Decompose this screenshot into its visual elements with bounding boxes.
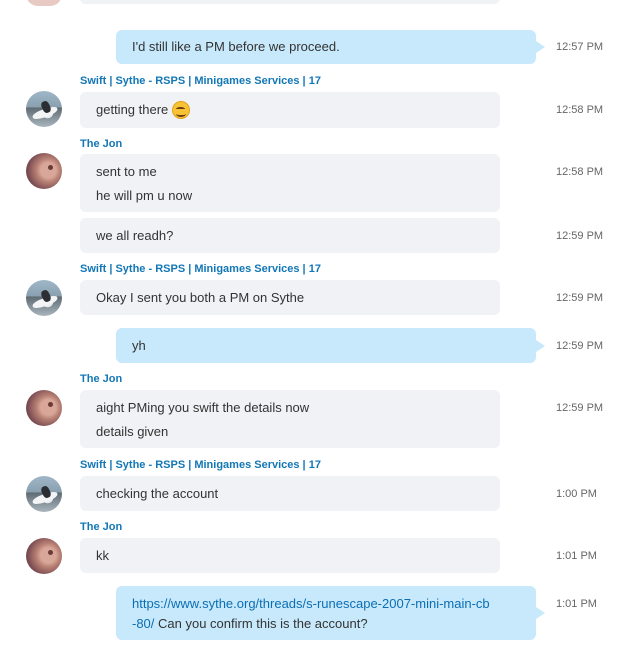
message-timestamp: 12:59 PM: [556, 402, 604, 414]
message-bubble-incoming[interactable]: we all readh?: [80, 218, 500, 253]
message-bubble-incoming[interactable]: checking the account: [80, 476, 500, 511]
message-text: details given: [96, 424, 169, 439]
sender-name[interactable]: Swift | Sythe - RSPS | Minigames Service…: [80, 459, 321, 471]
sender-name[interactable]: Swift | Sythe - RSPS | Minigames Service…: [80, 263, 321, 275]
message-link[interactable]: -80/: [132, 616, 154, 631]
message-text: yh: [132, 338, 146, 353]
message-line: getting there: [96, 101, 191, 119]
message-bubble-incoming[interactable]: aight PMing you swift the details now de…: [80, 390, 500, 448]
message-text: we all readh?: [96, 228, 174, 243]
message-text: sent to me: [96, 164, 157, 179]
message-text: Can you confirm this is the account?: [154, 616, 368, 631]
message-line: -80/ Can you confirm this is the account…: [132, 616, 368, 631]
sender-name[interactable]: The Jon: [80, 373, 122, 385]
message-bubble-incoming[interactable]: kk: [80, 538, 500, 573]
message-bubble-incoming[interactable]: sent to me he will pm u now: [80, 154, 500, 212]
avatar-jon[interactable]: [26, 538, 62, 574]
avatar-swift[interactable]: [26, 476, 62, 512]
message-bubble-incoming[interactable]: getting there: [80, 92, 500, 128]
message-bubble-incoming[interactable]: Okay I sent you both a PM on Sythe: [80, 280, 500, 315]
message-timestamp: 12:58 PM: [556, 166, 604, 178]
message-text: he will pm u now: [96, 188, 193, 203]
message-bubble-outgoing[interactable]: https://www.sythe.org/threads/s-runescap…: [116, 586, 545, 640]
message-bubble-outgoing[interactable]: I'd still like a PM before we proceed.: [116, 30, 545, 64]
sender-name[interactable]: The Jon: [80, 138, 122, 150]
message-timestamp: 1:01 PM: [556, 550, 597, 562]
message-text: Okay I sent you both a PM on Sythe: [96, 290, 305, 305]
message-timestamp: 12:58 PM: [556, 104, 604, 116]
message-link[interactable]: https://www.sythe.org/threads/s-runescap…: [132, 596, 490, 611]
message-text: checking the account: [96, 486, 219, 501]
message-timestamp: 12:59 PM: [556, 230, 604, 242]
chat-conversation: I'd still like a PM before we proceed. 1…: [0, 0, 641, 668]
message-text: getting there: [96, 102, 169, 117]
avatar-jon[interactable]: [26, 153, 62, 189]
message-timestamp: 12:57 PM: [556, 41, 604, 53]
sender-name[interactable]: Swift | Sythe - RSPS | Minigames Service…: [80, 75, 321, 87]
message-text: kk: [96, 548, 109, 563]
message-text: I'd still like a PM before we proceed.: [132, 39, 340, 54]
message-timestamp: 12:59 PM: [556, 340, 604, 352]
message-bubble-partial: [80, 0, 500, 4]
message-timestamp: 12:59 PM: [556, 292, 604, 304]
avatar-jon[interactable]: [26, 390, 62, 426]
smiling-face-icon: [172, 101, 191, 119]
message-text: aight PMing you swift the details now: [96, 400, 310, 415]
message-timestamp: 1:00 PM: [556, 488, 597, 500]
message-bubble-outgoing[interactable]: yh: [116, 328, 545, 363]
message-timestamp: 1:01 PM: [556, 598, 597, 610]
avatar-swift[interactable]: [26, 91, 62, 127]
sender-name[interactable]: The Jon: [80, 521, 122, 533]
avatar-partial: [26, 0, 62, 6]
avatar-swift[interactable]: [26, 280, 62, 316]
